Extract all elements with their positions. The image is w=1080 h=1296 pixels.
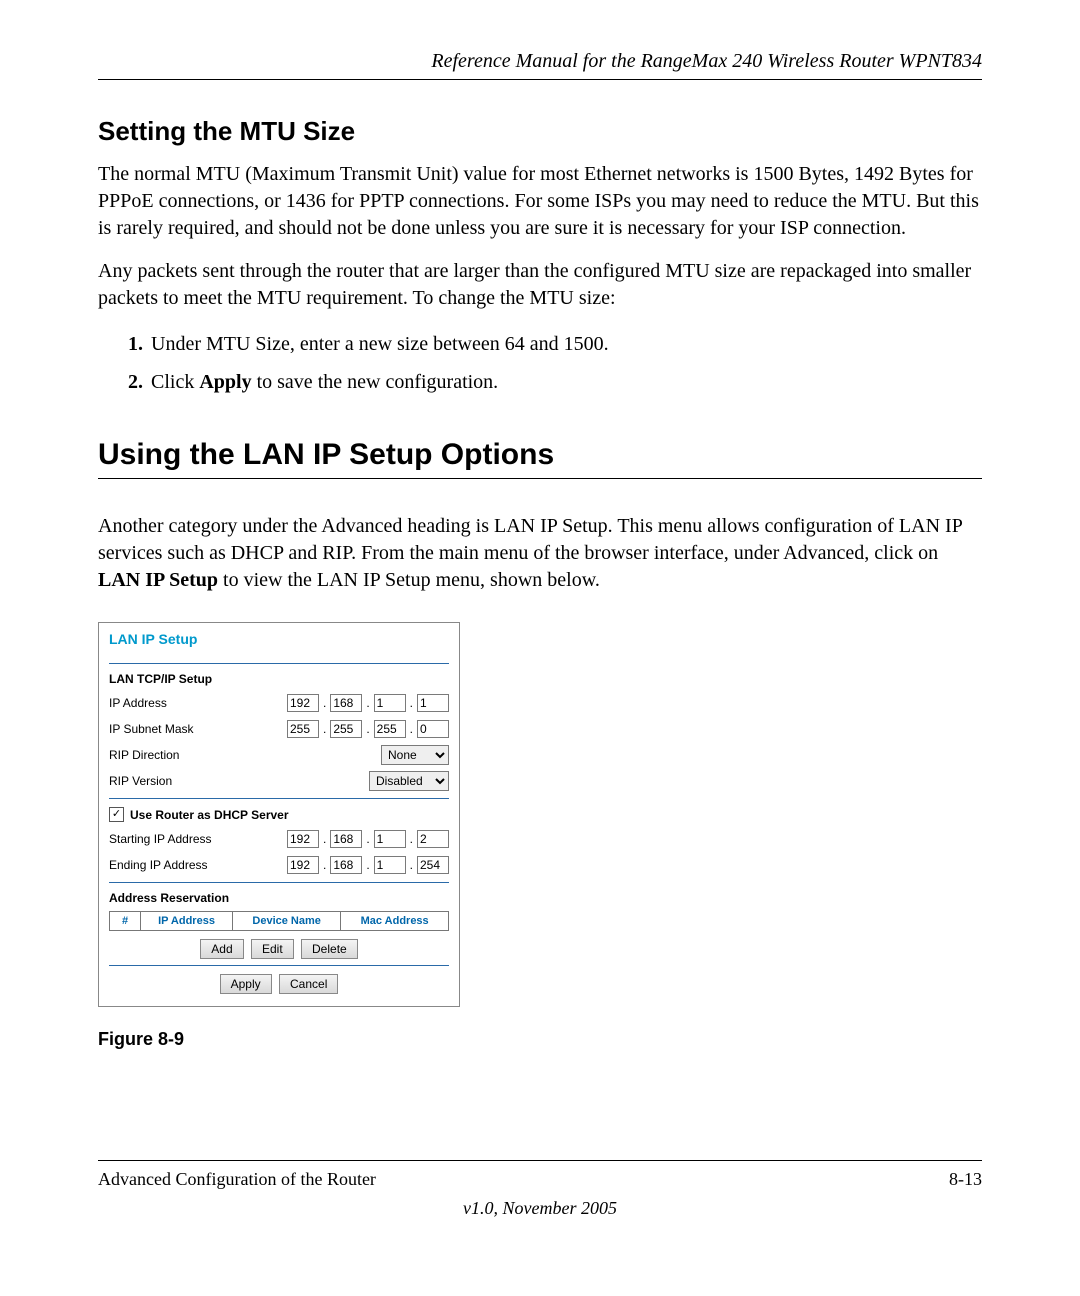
step-text-pre: Click (151, 371, 199, 393)
row-ending-ip: Ending IP Address . . . (109, 854, 449, 876)
apply-cancel-row: Apply Cancel (109, 974, 449, 994)
step-number: 2. (128, 371, 143, 393)
divider (109, 663, 449, 664)
th-mac: Mac Address (341, 912, 449, 931)
reservation-table: # IP Address Device Name Mac Address (109, 911, 449, 931)
divider (109, 882, 449, 883)
subnet-mask-group: . . . (287, 720, 449, 738)
ip-octet-1[interactable] (287, 694, 319, 712)
end-octet-2[interactable] (330, 856, 362, 874)
lan-para-bold: LAN IP Setup (98, 569, 218, 591)
mask-octet-1[interactable] (287, 720, 319, 738)
mask-octet-4[interactable] (417, 720, 449, 738)
rip-version-label: RIP Version (109, 774, 172, 788)
dot-separator: . (365, 832, 370, 846)
subnet-mask-label: IP Subnet Mask (109, 722, 194, 736)
mtu-para-2: Any packets sent through the router that… (98, 258, 982, 312)
panel-title: LAN IP Setup (109, 631, 449, 647)
footer-version: v1.0, November 2005 (98, 1198, 982, 1219)
ip-octet-3[interactable] (374, 694, 406, 712)
reservation-button-row: Add Edit Delete (109, 939, 449, 959)
reservation-subhead: Address Reservation (109, 891, 449, 905)
dhcp-checkbox-label: Use Router as DHCP Server (130, 808, 289, 822)
row-dhcp-checkbox: ✓ Use Router as DHCP Server (109, 807, 449, 822)
dot-separator: . (365, 722, 370, 736)
apply-button[interactable]: Apply (220, 974, 272, 994)
rip-direction-label: RIP Direction (109, 748, 179, 762)
dot-separator: . (365, 696, 370, 710)
dot-separator: . (409, 696, 414, 710)
lan-para-pre: Another category under the Advanced head… (98, 515, 962, 564)
row-subnet-mask: IP Subnet Mask . . . (109, 718, 449, 740)
mtu-step-2: 2. Click Apply to save the new configurat… (128, 366, 982, 398)
start-octet-3[interactable] (374, 830, 406, 848)
ip-address-group: . . . (287, 694, 449, 712)
mtu-steps: 1. Under MTU Size, enter a new size betwe… (128, 328, 982, 398)
dot-separator: . (322, 722, 327, 736)
start-octet-1[interactable] (287, 830, 319, 848)
footer-right: 8-13 (949, 1169, 982, 1190)
footer-left: Advanced Configuration of the Router (98, 1169, 376, 1190)
dot-separator: . (409, 722, 414, 736)
step-text: Under MTU Size, enter a new size between… (151, 333, 609, 355)
step-text-post: to save the new configuration. (252, 371, 499, 393)
footer: Advanced Configuration of the Router 8-1… (98, 1160, 982, 1219)
header-title: Reference Manual for the RangeMax 240 Wi… (98, 50, 982, 80)
table-header-row: # IP Address Device Name Mac Address (110, 912, 449, 931)
step-text-bold: Apply (199, 371, 251, 393)
dot-separator: . (365, 858, 370, 872)
th-device: Device Name (233, 912, 341, 931)
section-heading-mtu: Setting the MTU Size (98, 116, 982, 147)
ip-address-label: IP Address (109, 696, 167, 710)
lan-para-post: to view the LAN IP Setup menu, shown bel… (218, 569, 600, 591)
divider (109, 965, 449, 966)
mtu-para-1: The normal MTU (Maximum Transmit Unit) v… (98, 161, 982, 242)
row-starting-ip: Starting IP Address . . . (109, 828, 449, 850)
figure-caption: Figure 8-9 (98, 1029, 982, 1050)
dot-separator: . (409, 858, 414, 872)
section-heading-lan: Using the LAN IP Setup Options (98, 438, 982, 479)
ending-ip-group: . . . (287, 856, 449, 874)
cancel-button[interactable]: Cancel (279, 974, 338, 994)
th-ip: IP Address (141, 912, 233, 931)
ending-ip-label: Ending IP Address (109, 858, 208, 872)
lan-ip-setup-panel: LAN IP Setup LAN TCP/IP Setup IP Address… (98, 622, 460, 1007)
rip-direction-select[interactable]: None (381, 745, 449, 765)
dot-separator: . (409, 832, 414, 846)
starting-ip-label: Starting IP Address (109, 832, 212, 846)
rip-version-select[interactable]: Disabled (369, 771, 449, 791)
row-rip-direction: RIP Direction None (109, 744, 449, 766)
row-rip-version: RIP Version Disabled (109, 770, 449, 792)
starting-ip-group: . . . (287, 830, 449, 848)
end-octet-4[interactable] (417, 856, 449, 874)
dhcp-checkbox[interactable]: ✓ (109, 807, 124, 822)
edit-button[interactable]: Edit (251, 939, 294, 959)
mask-octet-2[interactable] (330, 720, 362, 738)
ip-octet-4[interactable] (417, 694, 449, 712)
ip-octet-2[interactable] (330, 694, 362, 712)
start-octet-2[interactable] (330, 830, 362, 848)
mtu-step-1: 1. Under MTU Size, enter a new size betwe… (128, 328, 982, 360)
delete-button[interactable]: Delete (301, 939, 358, 959)
row-ip-address: IP Address . . . (109, 692, 449, 714)
dot-separator: . (322, 696, 327, 710)
step-number: 1. (128, 333, 143, 355)
end-octet-3[interactable] (374, 856, 406, 874)
dot-separator: . (322, 832, 327, 846)
tcpip-subhead: LAN TCP/IP Setup (109, 672, 449, 686)
lan-para: Another category under the Advanced head… (98, 513, 982, 594)
mask-octet-3[interactable] (374, 720, 406, 738)
divider (109, 798, 449, 799)
end-octet-1[interactable] (287, 856, 319, 874)
start-octet-4[interactable] (417, 830, 449, 848)
th-num: # (110, 912, 141, 931)
dot-separator: . (322, 858, 327, 872)
add-button[interactable]: Add (200, 939, 243, 959)
